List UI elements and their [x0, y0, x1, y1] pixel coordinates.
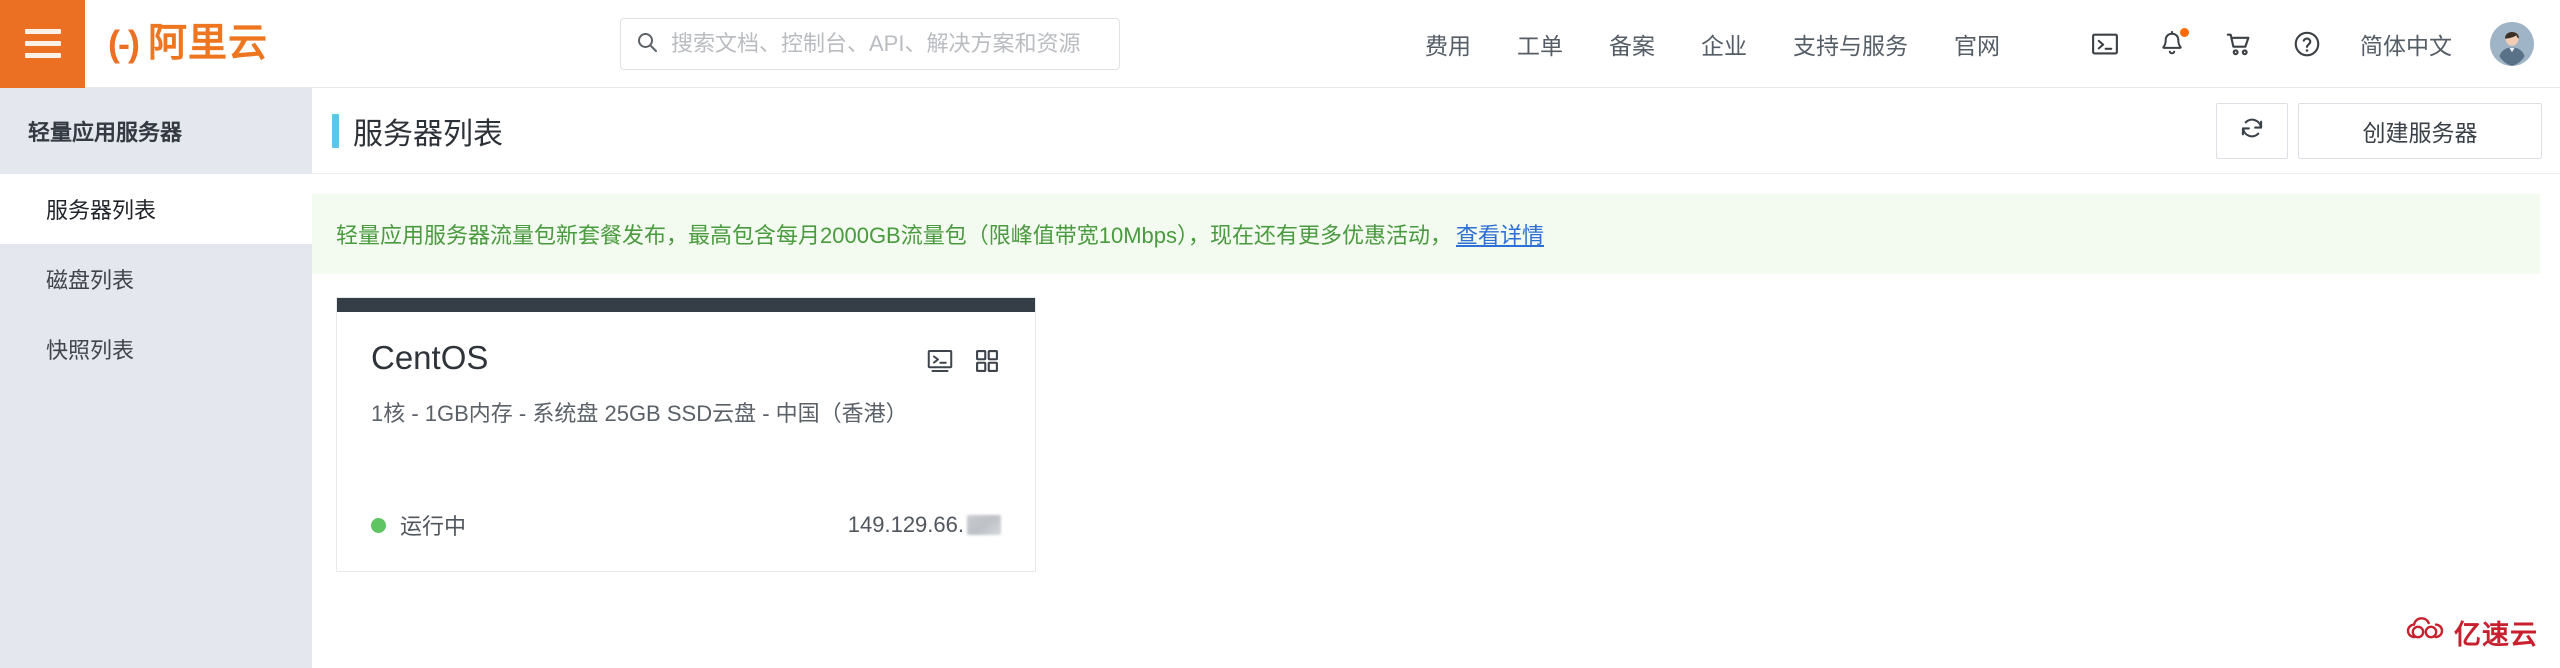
nav-link-support[interactable]: 支持与服务 — [1793, 27, 1908, 61]
sidebar-item-label: 服务器列表 — [46, 198, 157, 223]
nav-link-fee[interactable]: 费用 — [1425, 27, 1471, 61]
watermark-text: 亿速云 — [2454, 620, 2538, 650]
nav-link-ticket[interactable]: 工单 — [1517, 27, 1563, 61]
refresh-button[interactable] — [2216, 102, 2288, 159]
terminal-icon[interactable] — [2090, 29, 2120, 59]
page-actions: 创建服务器 — [2216, 102, 2542, 159]
server-spec: 1核 - 1GB内存 - 系统盘 25GB SSD云盘 - 中国（香港） — [371, 401, 908, 427]
aliyun-logo-text: 阿里云 — [147, 22, 268, 65]
grid-apps-icon[interactable] — [973, 347, 1001, 375]
promo-banner: 轻量应用服务器流量包新套餐发布，最高包含每月2000GB流量包（限峰值带宽10M… — [312, 194, 2540, 274]
sidebar-item-label: 磁盘列表 — [46, 268, 135, 293]
global-search[interactable] — [620, 18, 1120, 70]
create-server-button[interactable]: 创建服务器 — [2298, 102, 2542, 159]
hamburger-icon — [24, 29, 61, 58]
sidebar-item-server-list[interactable]: 服务器列表 — [0, 174, 312, 244]
card-icon-group — [925, 340, 1001, 376]
server-os-name: CentOS — [371, 339, 489, 376]
header-icon-group: 简体中文 — [2090, 0, 2534, 88]
bell-icon[interactable] — [2158, 28, 2189, 58]
sidebar-item-label: 快照列表 — [46, 338, 135, 363]
status-badge: 运行中 — [371, 509, 466, 541]
title-accent-bar — [332, 113, 339, 148]
notification-badge — [2180, 28, 2189, 37]
sidebar-item-snapshot-list[interactable]: 快照列表 — [0, 314, 312, 384]
main-content: 服务器列表 创建服务器 轻量应用服务器流量包新套餐发布，最高包含每月2000GB… — [312, 88, 2560, 668]
page-title-wrap: 服务器列表 — [332, 109, 503, 153]
sidebar-title: 轻量应用服务器 — [28, 120, 183, 145]
card-header-row: CentOS — [371, 339, 1001, 376]
page-header: 服务器列表 创建服务器 — [312, 88, 2560, 174]
nav-link-website[interactable]: 官网 — [1954, 27, 2000, 61]
header-nav: 费用 工单 备案 企业 支持与服务 官网 — [1425, 0, 2000, 88]
card-footer: 运行中 149.129.66. — [371, 509, 1001, 541]
cart-icon[interactable] — [2224, 29, 2254, 59]
card-body: CentOS 1核 - 1GB内存 - 系统盘 25GB SSD云盘 - 中国（… — [337, 312, 1035, 571]
help-icon[interactable] — [2292, 29, 2322, 59]
cloud-logo-icon — [2406, 617, 2446, 648]
status-label: 运行中 — [400, 514, 467, 539]
avatar[interactable] — [2490, 22, 2534, 66]
sidebar: 轻量应用服务器 服务器列表 磁盘列表 快照列表 — [0, 88, 312, 668]
server-card-list: CentOS 1核 - 1GB内存 - 系统盘 25GB SSD云盘 - 中国（… — [312, 274, 2560, 572]
promo-banner-link[interactable]: 查看详情 — [1456, 218, 1544, 250]
server-ip: 149.129.66. — [848, 512, 1001, 538]
card-top-accent — [337, 298, 1035, 312]
promo-banner-text: 轻量应用服务器流量包新套餐发布，最高包含每月2000GB流量包（限峰值带宽10M… — [336, 223, 1452, 248]
search-icon — [635, 30, 659, 59]
status-dot-icon — [371, 517, 386, 533]
nav-link-enterprise[interactable]: 企业 — [1701, 27, 1747, 61]
aliyun-logo[interactable]: (-) 阿里云 — [108, 24, 268, 63]
page-title: 服务器列表 — [353, 117, 503, 151]
language-selector[interactable]: 简体中文 — [2360, 27, 2452, 61]
top-header: (-) 阿里云 费用 工单 备案 企业 支持与服务 官网 — [0, 0, 2560, 88]
sidebar-item-disk-list[interactable]: 磁盘列表 — [0, 244, 312, 314]
server-card[interactable]: CentOS 1核 - 1GB内存 - 系统盘 25GB SSD云盘 - 中国（… — [336, 297, 1036, 572]
watermark: 亿速云 — [2406, 613, 2538, 652]
aliyun-logo-mark: (-) — [108, 22, 140, 64]
menu-toggle-button[interactable] — [0, 0, 85, 88]
search-input[interactable] — [671, 31, 1105, 57]
create-server-label: 创建服务器 — [2362, 119, 2478, 146]
server-ip-text: 149.129.66. — [847, 512, 964, 537]
nav-link-icp[interactable]: 备案 — [1609, 27, 1655, 61]
refresh-icon — [2239, 115, 2265, 146]
server-ip-mask — [967, 515, 1001, 535]
terminal-icon[interactable] — [925, 346, 955, 376]
